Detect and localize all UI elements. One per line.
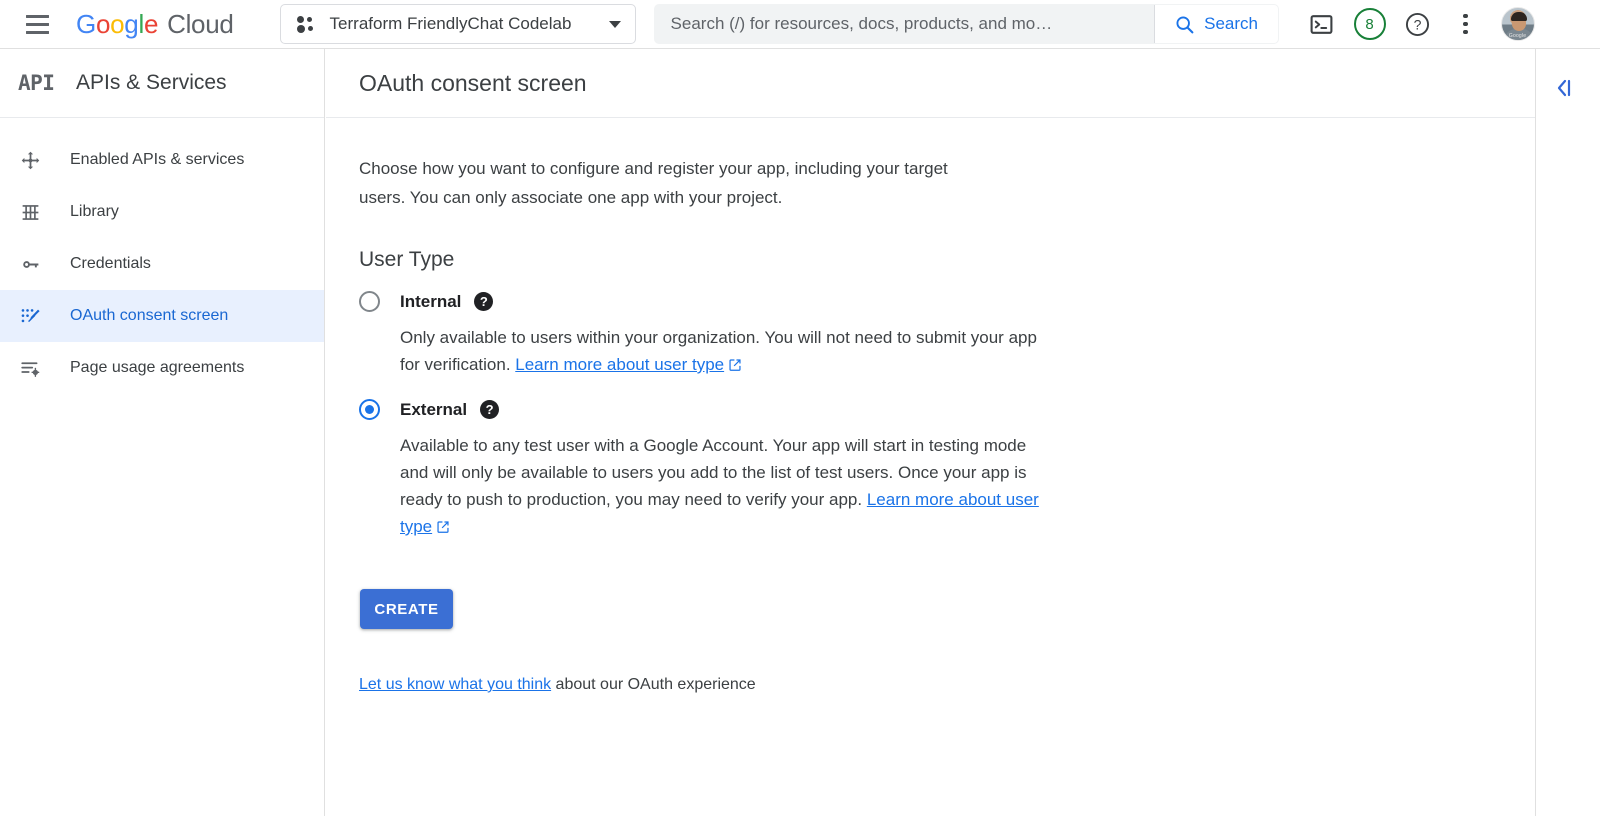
topbar-icon-group: 8 ? Google — [1301, 3, 1547, 45]
page-title: OAuth consent screen — [359, 70, 587, 97]
notifications-button[interactable]: 8 — [1349, 3, 1391, 45]
google-cloud-logo[interactable]: Google Cloud — [76, 9, 234, 40]
external-link-icon — [728, 353, 742, 380]
cloud-shell-terminal-icon[interactable] — [1301, 3, 1343, 45]
search-input[interactable] — [655, 5, 1154, 43]
sidebar-title: APIs & Services — [76, 71, 227, 95]
hamburger-line — [26, 23, 49, 26]
search-bar[interactable]: Search — [654, 4, 1279, 44]
main-content: OAuth consent screen Choose how you want… — [326, 49, 1536, 816]
avatar-watermark: Google — [1502, 33, 1534, 39]
sidebar-item-label: Enabled APIs & services — [70, 151, 244, 169]
radio-internal-description: Only available to users within your orga… — [400, 324, 1040, 380]
chevron-down-icon — [609, 21, 621, 28]
page-usage-agreements-icon — [20, 358, 62, 379]
project-selector-label: Terraform FriendlyChat Codelab — [330, 14, 591, 34]
top-app-bar: Google Cloud Terraform FriendlyChat Code… — [0, 0, 1600, 49]
logo-cloud-word: Cloud — [167, 9, 233, 40]
logo-letter-o1: o — [96, 9, 110, 40]
hamburger-line — [26, 15, 49, 18]
svg-text:?: ? — [1414, 16, 1422, 32]
help-question-icon[interactable]: ? — [1397, 3, 1439, 45]
sidebar: API APIs & Services Enabled APIs & servi… — [0, 49, 325, 816]
sidebar-item-label: Page usage agreements — [70, 359, 244, 377]
search-icon — [1174, 14, 1195, 35]
notification-count-badge: 8 — [1354, 8, 1386, 40]
hamburger-menu-icon[interactable] — [14, 0, 60, 49]
radio-option-internal[interactable]: Internal ? — [359, 291, 1535, 312]
sidebar-nav-list: Enabled APIs & services Library — [0, 118, 324, 394]
key-credentials-icon — [20, 254, 62, 275]
search-button-label: Search — [1204, 14, 1258, 34]
radio-external-description: Available to any test user with a Google… — [400, 432, 1050, 542]
help-question-icon[interactable]: ? — [474, 292, 493, 311]
library-icon — [20, 202, 62, 223]
hamburger-line — [26, 31, 49, 34]
radio-internal-input[interactable] — [359, 291, 380, 312]
radio-external-label: External — [400, 400, 467, 420]
sidebar-item-oauth-consent-screen[interactable]: OAuth consent screen — [0, 290, 324, 342]
logo-letter-g: g — [124, 9, 138, 40]
user-type-section-title: User Type — [359, 248, 1535, 272]
enabled-apis-icon — [20, 150, 62, 171]
feedback-rest-text: about our OAuth experience — [551, 676, 756, 693]
internal-learn-more-link[interactable]: Learn more about user type — [515, 355, 724, 374]
search-button[interactable]: Search — [1154, 4, 1278, 44]
intro-description: Choose how you want to configure and reg… — [359, 154, 989, 212]
page-body: Choose how you want to configure and reg… — [326, 118, 1535, 694]
sidebar-item-page-usage-agreements[interactable]: Page usage agreements — [0, 342, 324, 394]
logo-letter-e: e — [144, 9, 158, 40]
logo-letter-G: G — [76, 9, 96, 40]
right-rail — [1537, 49, 1600, 816]
radio-internal-label: Internal — [400, 292, 461, 312]
user-avatar[interactable]: Google — [1501, 7, 1535, 41]
sidebar-item-credentials[interactable]: Credentials — [0, 238, 324, 290]
oauth-consent-icon — [20, 306, 62, 327]
project-selector[interactable]: Terraform FriendlyChat Codelab — [280, 4, 636, 44]
sidebar-item-library[interactable]: Library — [0, 186, 324, 238]
radio-option-external[interactable]: External ? — [359, 399, 1535, 420]
help-question-icon[interactable]: ? — [480, 400, 499, 419]
sidebar-item-label: Library — [70, 203, 119, 221]
external-link-icon — [436, 515, 450, 542]
page-header: OAuth consent screen — [326, 49, 1535, 118]
feedback-link[interactable]: Let us know what you think — [359, 676, 551, 693]
sidebar-item-label: OAuth consent screen — [70, 307, 228, 325]
create-button[interactable]: CREATE — [360, 589, 453, 629]
radio-external-input[interactable] — [359, 399, 380, 420]
sidebar-item-enabled-apis[interactable]: Enabled APIs & services — [0, 134, 324, 186]
more-vertical-kebab-icon[interactable] — [1445, 3, 1487, 45]
sidebar-header: API APIs & Services — [0, 49, 324, 118]
collapse-panel-left-icon[interactable] — [1547, 71, 1581, 105]
project-dots-icon — [296, 14, 316, 34]
feedback-footer: Let us know what you think about our OAu… — [359, 676, 1535, 694]
logo-letter-o2: o — [110, 9, 124, 40]
api-logo-icon: API — [18, 71, 62, 95]
sidebar-item-label: Credentials — [70, 255, 151, 273]
